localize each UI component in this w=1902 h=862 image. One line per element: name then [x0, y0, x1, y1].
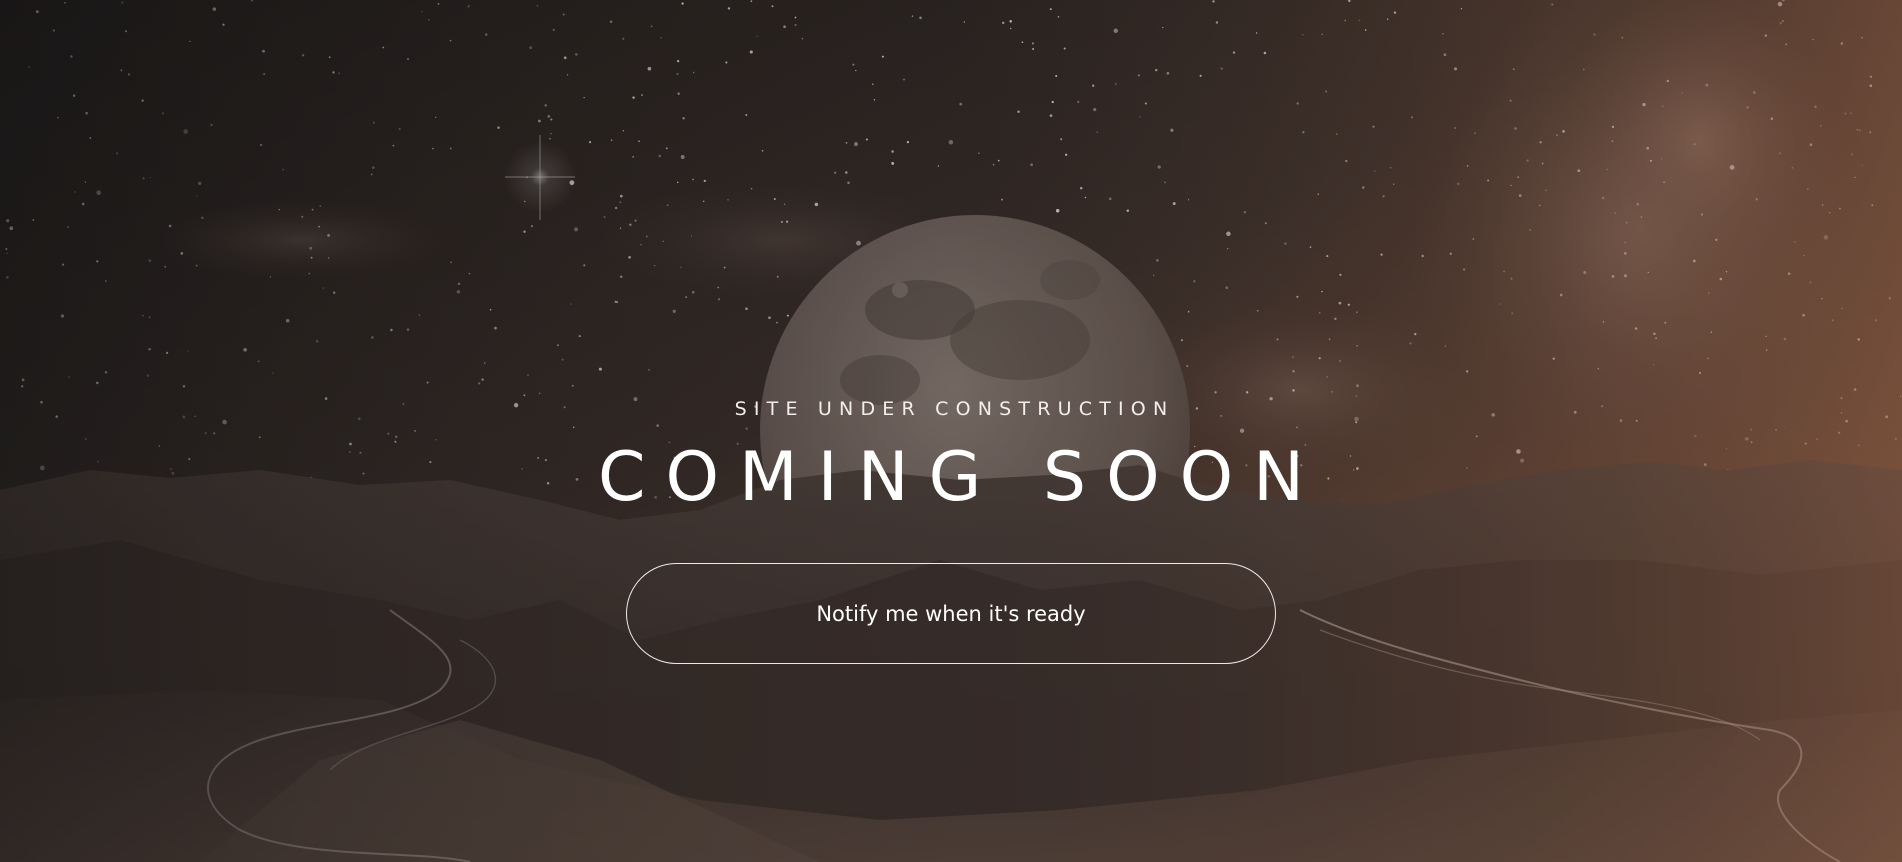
- notify-button-label: Notify me when it's ready: [816, 601, 1086, 626]
- hero-section: SITE UNDER CONSTRUCTION COMING SOON Noti…: [0, 0, 1902, 862]
- notify-me-button[interactable]: Notify me when it's ready: [626, 563, 1276, 664]
- page-title: COMING SOON: [598, 438, 1324, 517]
- site-status-subtitle: SITE UNDER CONSTRUCTION: [734, 398, 1175, 420]
- coming-soon-page: SITE UNDER CONSTRUCTION COMING SOON Noti…: [0, 0, 1902, 862]
